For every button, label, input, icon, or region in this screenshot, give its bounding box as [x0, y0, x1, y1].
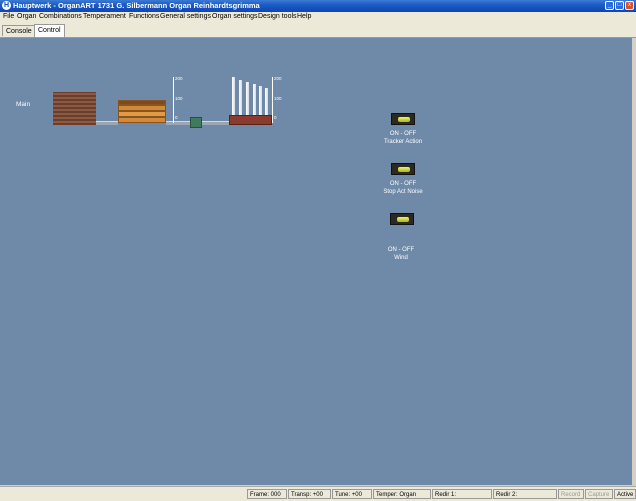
gauge-right-tick-0: 0 [274, 115, 277, 120]
stop-act-noise-state: ON - OFF [389, 181, 417, 187]
status-redir-2: Redir 2: [493, 489, 557, 499]
pressure-gauge-left-axis [173, 77, 174, 123]
wind-state: ON - OFF [387, 247, 415, 253]
menu-bar: File Organ Combinations Temperament Func… [0, 12, 636, 23]
tracker-action-switch[interactable] [391, 113, 415, 125]
menu-organ-settings[interactable]: Organ settings [212, 13, 258, 20]
organ-pipe [239, 80, 242, 115]
stop-act-noise-label: Stop Act Noise [383, 189, 423, 195]
gauge-right-tick-100: 100 [274, 96, 282, 101]
lamp-icon [398, 167, 410, 172]
organ-pipe [259, 86, 262, 115]
menu-combinations[interactable]: Combinations [39, 13, 82, 20]
reservoir-fold [118, 117, 166, 123]
menu-temperament[interactable]: Temperament [83, 13, 126, 20]
hauptwerk-app-icon[interactable]: H [2, 1, 11, 10]
menu-functions[interactable]: Functions [129, 13, 159, 20]
menu-file[interactable]: File [3, 13, 14, 20]
organ-pipe [253, 84, 256, 115]
status-transp: Transp: +00 [288, 489, 331, 499]
status-bar: Frame: 000 Transp: +00 Tune: +00 Temper:… [0, 486, 636, 501]
tracker-action-label: Tracker Action [383, 139, 423, 145]
window-title: Hauptwerk - OrganART 1731 G. Silbermann … [13, 1, 260, 10]
active-indicator: Active [614, 489, 636, 499]
pressure-gauge-right-axis [272, 77, 273, 123]
wind-label: Wind [394, 255, 408, 261]
minimize-button[interactable]: _ [605, 1, 614, 10]
status-frame: Frame: 000 [247, 489, 287, 499]
gauge-left-tick-100: 100 [175, 96, 183, 101]
organ-pipe [265, 88, 268, 115]
wind-valve-graphic [190, 117, 202, 128]
organ-pipe [246, 82, 249, 115]
stop-act-noise-switch[interactable] [391, 163, 415, 175]
wind-trunk-1 [96, 121, 118, 125]
status-tune: Tune: +00 [332, 489, 372, 499]
organ-pipe [232, 77, 235, 115]
lamp-icon [397, 217, 409, 222]
menu-help[interactable]: Help [297, 13, 311, 20]
windchest-graphic [229, 115, 272, 125]
close-button[interactable]: x [625, 1, 634, 10]
tab-console[interactable]: Console [2, 25, 36, 36]
menu-general-settings[interactable]: General settings [160, 13, 211, 20]
tracker-action-state: ON - OFF [389, 131, 417, 137]
title-bar: H Hauptwerk - OrganART 1731 G. Silberman… [0, 0, 636, 12]
status-redir-1: Redir 1: [432, 489, 492, 499]
lamp-icon [398, 117, 410, 122]
wind-switch[interactable] [390, 213, 414, 225]
menu-organ[interactable]: Organ [17, 13, 36, 20]
record-indicator[interactable]: Record [558, 489, 584, 499]
menu-design-tools[interactable]: Design tools [258, 13, 297, 20]
vertical-scrollbar[interactable] [632, 38, 636, 485]
capture-indicator[interactable]: Capture [585, 489, 613, 499]
main-wind-label: Main [16, 101, 31, 108]
gauge-left-tick-0: 0 [175, 115, 178, 120]
gauge-right-tick-200: 200 [274, 76, 282, 81]
reservoir-graphic [118, 100, 166, 123]
status-temper: Temper: Organ [373, 489, 431, 499]
tab-control[interactable]: Control [34, 24, 65, 37]
bellows-graphic [53, 92, 96, 125]
tab-bar: Console Control [0, 23, 636, 38]
gauge-left-tick-200: 200 [175, 76, 183, 81]
maximize-button[interactable]: □ [615, 1, 624, 10]
